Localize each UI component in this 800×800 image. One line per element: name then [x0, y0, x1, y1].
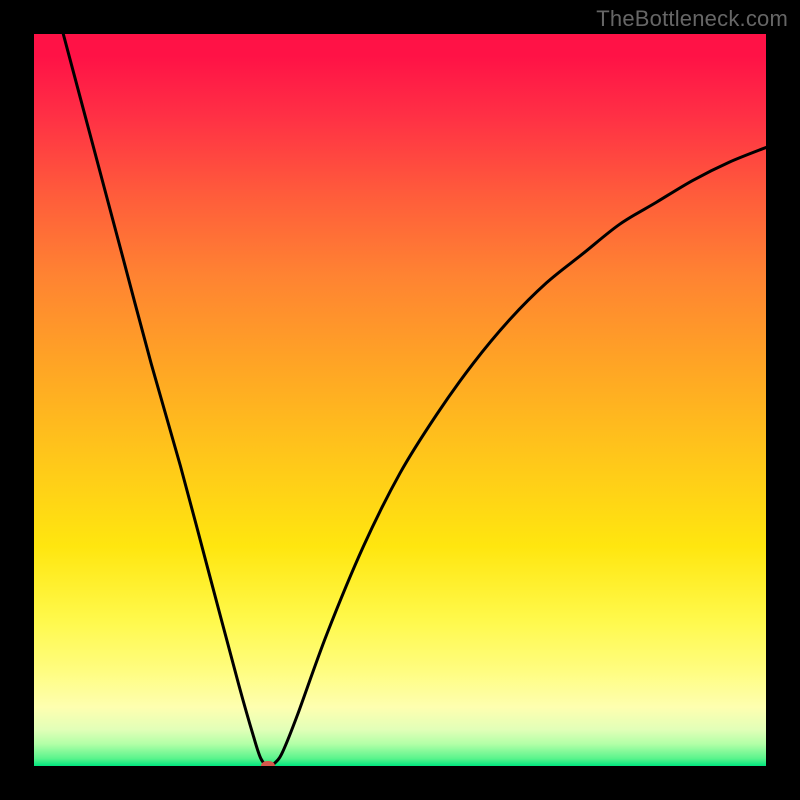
bottleneck-curve [34, 34, 766, 766]
optimum-marker [261, 761, 275, 766]
plot-area [34, 34, 766, 766]
watermark-text: TheBottleneck.com [596, 6, 788, 32]
chart-frame: TheBottleneck.com [0, 0, 800, 800]
